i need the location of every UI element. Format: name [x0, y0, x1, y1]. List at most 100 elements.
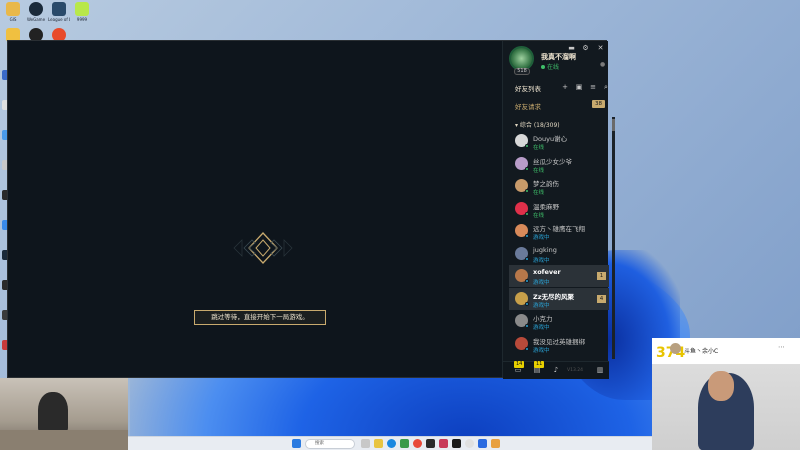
friend-status: 游戏中 — [533, 302, 550, 309]
messages-badge: 11 — [534, 361, 545, 368]
chat-icon[interactable]: ▭ 14 — [512, 361, 525, 376]
settings-gear-icon[interactable]: ⚙ — [581, 44, 590, 52]
social-sidebar: 518 我真不溜啊 在线 ▬ ⚙ ✕ ● 好友列表 + ▣ ≡ ⌕ 好友请求 3… — [502, 41, 615, 379]
webcam-feed-right — [652, 365, 800, 450]
friend-item[interactable]: 远方丶雄鹰在飞翔 游戏中 — [509, 220, 609, 242]
friend-name: Zz无尽的风聚 — [533, 292, 574, 301]
friend-group-label: 综合 (18/309) — [519, 122, 560, 129]
app-icon — [75, 2, 89, 16]
status-dot-icon — [525, 234, 529, 238]
friend-name: Douyu谢心 — [533, 135, 568, 143]
friend-name: 温柔麻野 — [533, 202, 559, 211]
streamer-avatar — [670, 343, 681, 354]
app-icon[interactable] — [478, 439, 487, 448]
friend-list-scrollbar[interactable] — [612, 117, 615, 359]
friend-status: 在线 — [533, 212, 545, 219]
profile-status-label: 在线 — [547, 64, 560, 71]
app-icon[interactable] — [413, 439, 422, 448]
friend-status: 游戏中 — [533, 257, 550, 264]
desktop-icon-wegame[interactable]: WeGame — [25, 2, 47, 22]
windows-start-icon[interactable] — [292, 439, 301, 448]
task-view-icon[interactable] — [361, 439, 370, 448]
webcam-feed-left — [0, 378, 128, 450]
app-icon[interactable] — [426, 439, 435, 448]
messages-icon[interactable]: ▤ 11 — [531, 361, 545, 376]
app-icon[interactable] — [465, 439, 474, 448]
minimize-icon[interactable]: ▬ — [567, 44, 576, 52]
unread-count-badge: 1 — [597, 272, 606, 280]
app-icon[interactable] — [400, 439, 409, 448]
list-view-icon[interactable]: ≡ — [588, 83, 598, 91]
friend-group-header[interactable]: ▾ 综合 (18/309) — [515, 120, 560, 129]
level-badge: 518 — [514, 68, 530, 75]
file-explorer-icon[interactable] — [374, 439, 383, 448]
stream-header: 374 斗鱼丶余小C ⋯ — [652, 338, 800, 365]
friend-item[interactable]: 温柔麻野 在线 — [509, 198, 609, 220]
friend-item[interactable]: jugking 游戏中 — [509, 243, 609, 265]
mic-icon[interactable]: ● — [600, 61, 605, 68]
add-friend-icon[interactable]: + — [560, 83, 570, 91]
status-dot-icon — [525, 301, 529, 306]
friend-item[interactable]: 丝瓜少女少爷 在线 — [509, 153, 609, 175]
profile-header: 518 我真不溜啊 在线 ▬ ⚙ ✕ ● — [503, 41, 609, 76]
friend-status: 在线 — [533, 190, 545, 196]
friend-item[interactable]: Douyu谢心 在线 — [509, 130, 609, 152]
edge-icon[interactable] — [387, 439, 396, 448]
status-dot-icon — [525, 324, 529, 328]
friend-status: 游戏中 — [533, 347, 550, 354]
friend-name: 我没见过英雄捆绑 — [533, 337, 585, 346]
friend-status: 游戏中 — [533, 325, 550, 331]
add-folder-icon[interactable]: ▣ — [574, 83, 584, 91]
friend-name: jugking — [533, 245, 557, 254]
friend-item[interactable]: 梦之韵伤 在线 — [509, 175, 609, 197]
app-icon[interactable] — [491, 439, 500, 448]
friend-name: 梦之韵伤 — [533, 180, 559, 188]
folder-icon — [6, 2, 20, 16]
friend-status: 在线 — [533, 145, 545, 151]
room-person — [38, 392, 68, 432]
status-dot-icon — [525, 166, 529, 171]
scrollbar-thumb[interactable] — [612, 119, 615, 131]
friend-item[interactable]: Zz无尽的风聚 游戏中 4 — [509, 287, 609, 310]
taskbar: 搜索 — [128, 436, 652, 450]
summoner-name: 我真不溜啊 — [541, 53, 576, 61]
friend-status: 在线 — [533, 167, 545, 174]
friend-item[interactable]: xofever 游戏中 1 — [509, 265, 609, 287]
league-icon — [52, 2, 66, 16]
status-dot-icon — [525, 346, 529, 351]
friend-list-title: 好友列表 — [515, 85, 541, 93]
friend-name: 小克力 — [533, 315, 553, 323]
friend-item[interactable]: 我没见过英雄捆绑 游戏中 — [509, 333, 609, 355]
chat-badge: 14 — [514, 361, 525, 368]
profile-status[interactable]: 在线 — [541, 62, 559, 71]
status-dot-icon — [525, 256, 529, 261]
desktop-icon-9999[interactable]: 9999 — [71, 2, 93, 22]
friend-name: 远方丶雄鹰在飞翔 — [533, 225, 585, 233]
friend-requests-count: 38 — [592, 100, 605, 108]
friend-item[interactable]: 小克力 游戏中 — [509, 310, 609, 332]
client-version: V13.24 — [567, 368, 583, 373]
voice-mic-icon[interactable]: ♪ — [550, 365, 562, 376]
mission-icon[interactable]: ▥ — [594, 365, 606, 376]
close-icon[interactable]: ✕ — [596, 44, 605, 52]
more-options-icon[interactable]: ⋯ — [778, 343, 785, 351]
friend-name: xofever — [533, 268, 561, 276]
sidebar-bottom-bar: ▭ 14 ▤ 11 ♪ V13.24 ▥ — [503, 361, 609, 379]
status-dot-icon — [525, 279, 529, 283]
taskbar-search[interactable]: 搜索 — [305, 439, 355, 449]
search-icon[interactable]: ⌕ — [601, 83, 611, 92]
desktop-icon-lol[interactable]: League of Legends — [48, 2, 70, 22]
friend-status: 游戏中 — [533, 235, 550, 241]
app-icon[interactable] — [439, 439, 448, 448]
status-dot-icon — [525, 144, 529, 148]
status-dot-icon — [525, 211, 529, 216]
desktop-icon-gis[interactable]: GIS — [2, 2, 24, 22]
league-client-window: 跳过等待，直接开始下一局游戏。 518 我真不溜啊 在线 ▬ ⚙ ✕ ● 好友列… — [7, 40, 615, 379]
friend-requests-row[interactable]: 好友请求 — [515, 101, 541, 111]
online-dot-icon — [541, 65, 545, 69]
skip-wait-button[interactable]: 跳过等待，直接开始下一局游戏。 — [194, 310, 326, 325]
friend-status: 游戏中 — [533, 280, 550, 286]
app-icon[interactable] — [452, 439, 461, 448]
streamer-face — [708, 371, 734, 401]
friend-name: 丝瓜少女少爷 — [533, 157, 572, 166]
